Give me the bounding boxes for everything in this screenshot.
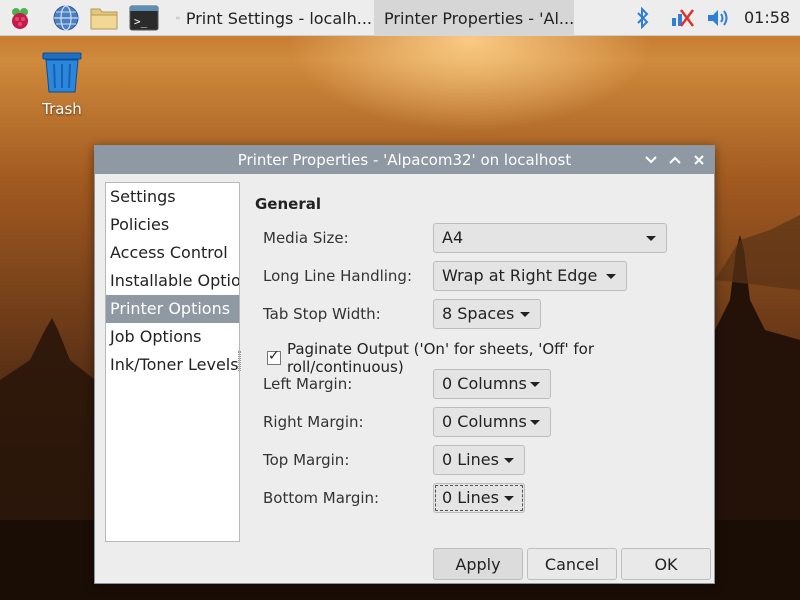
pane-resize-handle[interactable] bbox=[238, 351, 241, 371]
sidebar-item-ink-toner-levels[interactable]: Ink/Toner Levels bbox=[106, 351, 239, 379]
printer-properties-window: Printer Properties - 'Alpacom32' on loca… bbox=[94, 145, 715, 584]
trash-desktop-icon[interactable]: Trash bbox=[30, 50, 94, 118]
bottom-margin-select[interactable]: 0 Lines bbox=[433, 483, 525, 513]
chevron-down-icon bbox=[520, 312, 530, 317]
trash-label: Trash bbox=[42, 100, 82, 118]
window-menu-chevron-icon[interactable] bbox=[643, 152, 659, 168]
right-margin-value: 0 Columns bbox=[442, 412, 527, 431]
bottom-margin-label: Bottom Margin: bbox=[263, 489, 380, 507]
maximize-chevron-icon[interactable] bbox=[667, 152, 683, 168]
right-margin-label: Right Margin: bbox=[263, 413, 364, 431]
chevron-down-icon bbox=[530, 420, 540, 425]
chevron-down-icon bbox=[504, 458, 514, 463]
task-print-settings[interactable]: Print Settings - localh... bbox=[172, 0, 372, 36]
chevron-down-icon bbox=[646, 236, 656, 241]
volume-icon[interactable] bbox=[705, 0, 731, 36]
raspberry-menu-icon[interactable] bbox=[5, 3, 35, 33]
task-label: Print Settings - localh... bbox=[185, 8, 372, 28]
section-title: General bbox=[255, 195, 321, 213]
file-manager-icon[interactable] bbox=[89, 3, 119, 33]
media-size-label: Media Size: bbox=[263, 229, 349, 247]
sidebar-item-settings[interactable]: Settings bbox=[106, 183, 239, 211]
right-margin-select[interactable]: 0 Columns bbox=[433, 407, 551, 437]
top-margin-label: Top Margin: bbox=[263, 451, 350, 469]
bottom-margin-value: 0 Lines bbox=[442, 488, 499, 507]
sidebar: Settings Policies Access Control Install… bbox=[105, 182, 240, 542]
tab-stop-width-value: 8 Spaces bbox=[442, 304, 515, 323]
paginate-output-checkbox[interactable] bbox=[267, 348, 281, 365]
network-disconnected-icon[interactable] bbox=[668, 0, 696, 36]
bluetooth-icon[interactable] bbox=[632, 0, 654, 36]
task-label: Printer Properties - 'Al... bbox=[384, 8, 574, 28]
long-line-handling-select[interactable]: Wrap at Right Edge bbox=[433, 261, 627, 291]
taskbar: >_ Print Settings - localh... Printer Pr… bbox=[0, 0, 800, 36]
tab-stop-width-label: Tab Stop Width: bbox=[263, 305, 381, 323]
sidebar-item-access-control[interactable]: Access Control bbox=[106, 239, 239, 267]
sidebar-item-installable-options[interactable]: Installable Options bbox=[106, 267, 239, 295]
sidebar-item-policies[interactable]: Policies bbox=[106, 211, 239, 239]
media-size-select[interactable]: A4 bbox=[433, 223, 667, 253]
left-margin-value: 0 Columns bbox=[442, 374, 527, 393]
long-line-handling-value: Wrap at Right Edge bbox=[442, 266, 598, 285]
sidebar-item-printer-options[interactable]: Printer Options bbox=[106, 295, 239, 323]
task-printer-properties[interactable]: Printer Properties - 'Al... bbox=[374, 0, 574, 36]
web-browser-icon[interactable] bbox=[51, 3, 81, 33]
svg-text:>_: >_ bbox=[134, 15, 148, 28]
chevron-down-icon bbox=[606, 274, 616, 279]
left-margin-label: Left Margin: bbox=[263, 375, 353, 393]
terminal-icon[interactable]: >_ bbox=[129, 3, 159, 33]
window-title: Printer Properties - 'Alpacom32' on loca… bbox=[237, 151, 572, 169]
clock[interactable]: 01:58 bbox=[744, 0, 790, 36]
ok-button[interactable]: OK bbox=[621, 548, 711, 580]
chevron-down-icon bbox=[530, 382, 540, 387]
tab-stop-width-select[interactable]: 8 Spaces bbox=[433, 299, 541, 329]
sidebar-item-job-options[interactable]: Job Options bbox=[106, 323, 239, 351]
cancel-button[interactable]: Cancel bbox=[527, 548, 617, 580]
chevron-down-icon bbox=[504, 496, 514, 501]
apply-button[interactable]: Apply bbox=[433, 548, 523, 580]
left-margin-select[interactable]: 0 Columns bbox=[433, 369, 551, 399]
long-line-handling-label: Long Line Handling: bbox=[263, 267, 413, 285]
close-icon[interactable] bbox=[691, 152, 707, 168]
top-margin-value: 0 Lines bbox=[442, 450, 499, 469]
printer-icon bbox=[176, 16, 180, 20]
top-margin-select[interactable]: 0 Lines bbox=[433, 445, 525, 475]
window-titlebar[interactable]: Printer Properties - 'Alpacom32' on loca… bbox=[95, 146, 714, 174]
media-size-value: A4 bbox=[442, 228, 464, 247]
trash-icon bbox=[42, 52, 82, 93]
